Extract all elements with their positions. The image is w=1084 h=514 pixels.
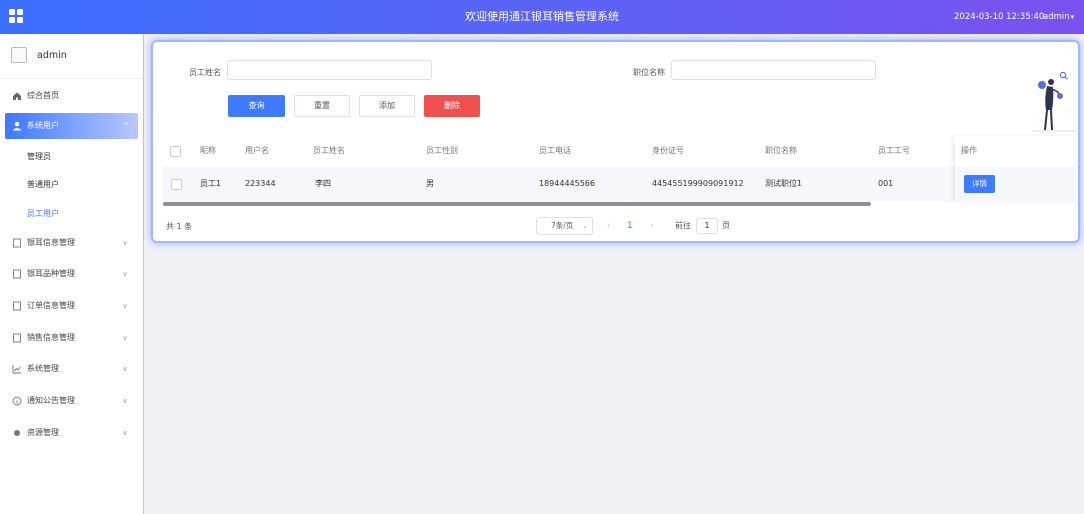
- cell-nickname: 员工1: [200, 179, 222, 188]
- sidebar-item-resource-management[interactable]: 资源管理 v: [5, 420, 138, 446]
- cell-username: 223344: [245, 179, 276, 188]
- column-header: 职位名称: [765, 146, 797, 155]
- chevron-down-icon: v: [123, 365, 128, 373]
- query-button[interactable]: 查询: [228, 95, 285, 117]
- sidebar-item-system-users[interactable]: 系统用户 ^: [5, 113, 138, 139]
- sidebar-item-sales-info[interactable]: 销售信息管理 v: [5, 325, 138, 351]
- cell-phone: 18944445566: [539, 179, 595, 188]
- avatar: [11, 47, 27, 63]
- app-title: 欢迎使用通江银耳销售管理系统: [465, 10, 619, 23]
- reset-button[interactable]: 重置: [294, 95, 350, 117]
- top-bar: 欢迎使用通江银耳销售管理系统 2024-03-10 12:35:40 admin…: [0, 0, 1084, 34]
- sidebar-item-label: 资源管理: [27, 428, 59, 437]
- column-header: 员工姓名: [313, 146, 345, 155]
- sidebar-subitem-admin[interactable]: 管理员: [27, 147, 51, 167]
- select-all-checkbox[interactable]: [170, 146, 181, 157]
- user-menu[interactable]: admin▾: [1043, 0, 1074, 34]
- add-button[interactable]: 添加: [359, 95, 415, 117]
- next-page-icon[interactable]: ›: [650, 217, 654, 235]
- chevron-down-icon: v: [123, 334, 128, 342]
- detail-button[interactable]: 详情: [964, 175, 995, 193]
- cell-id-card: 445455199909091912: [652, 179, 744, 188]
- goto-page-input[interactable]: 1: [696, 218, 718, 234]
- operation-column: 操作 详情: [955, 136, 1078, 202]
- delete-button[interactable]: 删除: [424, 95, 480, 117]
- column-header: 员工性别: [426, 146, 458, 155]
- sidebar-item-label: 银耳品种管理: [27, 269, 75, 278]
- sidebar-item-system-management[interactable]: 系统管理 v: [5, 356, 138, 382]
- cell-gender: 男: [426, 179, 434, 188]
- document-icon: [13, 238, 21, 248]
- row-checkbox[interactable]: [171, 179, 182, 190]
- sidebar-profile: admin: [0, 34, 143, 79]
- prev-page-icon[interactable]: ‹: [607, 217, 611, 235]
- sidebar-item-label: 通知公告管理: [27, 396, 75, 405]
- employee-name-input[interactable]: [227, 60, 432, 80]
- user-name: admin: [1043, 12, 1070, 22]
- column-header: 员工电话: [539, 146, 571, 155]
- page-size-select[interactable]: 7条/页 ⌄: [536, 217, 593, 235]
- document-icon: [13, 333, 21, 343]
- page-size-value: 7条/页: [551, 221, 574, 230]
- person-illustration-icon: [1031, 71, 1077, 132]
- profile-name: admin: [37, 50, 67, 61]
- chevron-down-icon: v: [123, 239, 128, 247]
- sidebar: admin 综合首页 系统用户 ^ 管理员 普通用户 员工用户 银耳信息管理 v…: [0, 34, 144, 514]
- chevron-down-icon: ▾: [1070, 13, 1075, 21]
- home-icon: [13, 92, 21, 100]
- sidebar-item-label: 订单信息管理: [27, 301, 75, 310]
- chevron-down-icon: v: [123, 429, 128, 437]
- sidebar-item-label: 销售信息管理: [27, 333, 75, 342]
- document-icon: [13, 269, 21, 279]
- document-icon: [13, 301, 21, 311]
- column-header: 用户名: [245, 146, 269, 155]
- current-page[interactable]: 1: [627, 217, 633, 235]
- chevron-up-icon: ^: [123, 122, 129, 130]
- chart-icon: [12, 365, 21, 374]
- chevron-down-icon: v: [123, 270, 128, 278]
- sidebar-item-order-info[interactable]: 订单信息管理 v: [5, 293, 138, 319]
- goto-prefix: 前往: [675, 221, 691, 230]
- position-name-input[interactable]: [671, 60, 876, 80]
- chevron-down-icon: ⌄: [582, 222, 588, 230]
- total-count: 共 1 条: [166, 222, 193, 231]
- cell-position: 测试职位1: [765, 179, 803, 188]
- chevron-down-icon: v: [123, 302, 128, 310]
- cell-employee-number: 001: [878, 179, 894, 188]
- sidebar-item-tremella-variety[interactable]: 银耳品种管理 v: [5, 261, 138, 287]
- sidebar-subitem-employee-user[interactable]: 员工用户: [27, 204, 59, 224]
- sidebar-item-label: 银耳信息管理: [27, 238, 75, 247]
- cell-employee-name: 李四: [315, 179, 331, 188]
- sidebar-item-notice-management[interactable]: 通知公告管理 v: [5, 388, 138, 414]
- horizontal-scrollbar[interactable]: [163, 202, 871, 206]
- sidebar-item-label: 综合首页: [27, 91, 59, 100]
- table-row[interactable]: 员工1 223344 李四 男 18944445566 445455199909…: [163, 166, 1078, 202]
- employee-name-label: 员工姓名: [189, 68, 221, 77]
- content-card: 员工姓名 职位名称 查询 重置 添加 删除 昵称 用户名 员工姓名 员工性别 员…: [151, 40, 1080, 243]
- dot-icon: [14, 430, 20, 436]
- column-header: 身份证号: [652, 146, 684, 155]
- info-icon: [12, 396, 22, 406]
- column-header: 员工工号: [878, 146, 910, 155]
- user-icon: [13, 122, 21, 131]
- sidebar-item-label: 系统管理: [27, 364, 59, 373]
- sidebar-subitem-normal-user[interactable]: 普通用户: [27, 175, 59, 195]
- table-header: 昵称 用户名 员工姓名 员工性别 员工电话 身份证号 职位名称 员工工号: [163, 136, 1078, 167]
- sidebar-item-label: 系统用户: [27, 121, 59, 130]
- sidebar-item-home[interactable]: 综合首页: [5, 83, 138, 109]
- column-header: 操作: [961, 146, 977, 155]
- goto-suffix: 页: [722, 221, 730, 230]
- column-header: 昵称: [200, 146, 216, 155]
- chevron-down-icon: v: [123, 397, 128, 405]
- sidebar-item-tremella-info[interactable]: 银耳信息管理 v: [5, 230, 138, 256]
- datetime-display: 2024-03-10 12:35:40: [954, 12, 1045, 22]
- position-name-label: 职位名称: [633, 68, 665, 77]
